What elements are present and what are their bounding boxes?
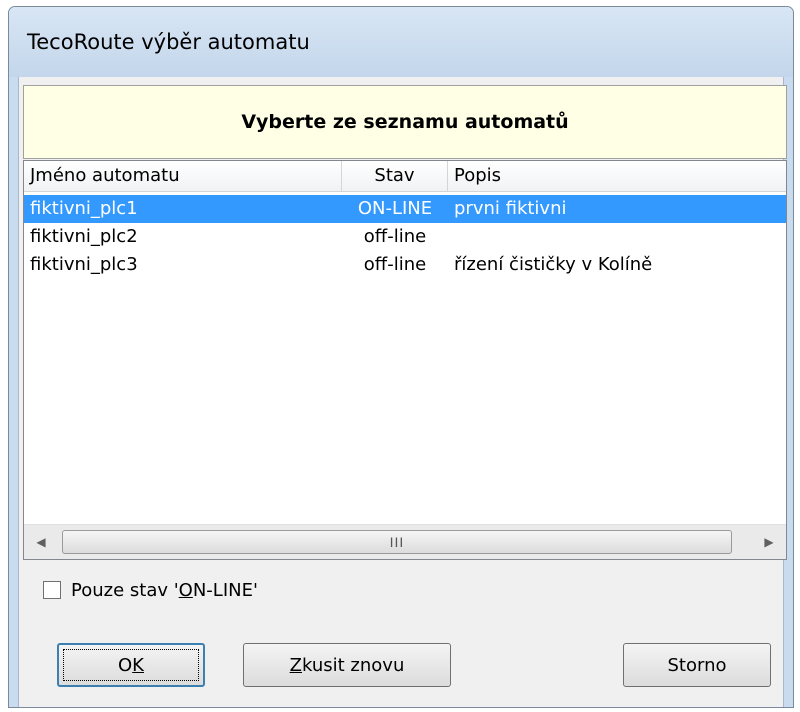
list-header: Jméno automatu Stav Popis xyxy=(24,161,786,192)
retry-button[interactable]: Zkusit znovu xyxy=(243,643,451,687)
column-header-name[interactable]: Jméno automatu xyxy=(24,161,342,191)
list-row-plc3[interactable]: fiktivni_plc3 off-line řízení čističky v… xyxy=(24,251,786,279)
ok-button[interactable]: OK xyxy=(57,643,205,687)
title-bar[interactable]: TecoRoute výběr automatu xyxy=(9,7,793,77)
column-header-description[interactable]: Popis xyxy=(448,161,788,191)
scroll-thumb[interactable]: III xyxy=(62,530,732,554)
row-name: fiktivni_plc3 xyxy=(30,254,138,275)
row-description: řízení čističky v Kolíně xyxy=(454,254,653,275)
row-status: ON-LINE xyxy=(357,198,433,219)
row-name: fiktivni_plc2 xyxy=(30,226,138,247)
cancel-button-label: Storno xyxy=(667,654,727,676)
plc-list[interactable]: Jméno automatu Stav Popis fiktivni_plc1 … xyxy=(23,160,787,560)
row-status: off-line xyxy=(363,254,427,275)
online-only-filter[interactable]: Pouze stav 'ON-LINE' xyxy=(43,577,258,603)
row-status: off-line xyxy=(363,226,427,247)
dialog-window: TecoRoute výběr automatu Vyberte ze sezn… xyxy=(8,6,794,708)
row-name: fiktivni_plc1 xyxy=(30,198,138,219)
row-description: prvni fiktivni xyxy=(454,198,567,219)
online-only-checkbox[interactable] xyxy=(43,581,61,599)
scroll-grip-icon: III xyxy=(389,534,405,550)
scroll-right-arrow-icon[interactable]: ▶ xyxy=(752,525,786,559)
cancel-button[interactable]: Storno xyxy=(623,643,771,687)
instruction-banner: Vyberte ze seznamu automatů xyxy=(23,85,787,159)
instruction-text: Vyberte ze seznamu automatů xyxy=(241,111,569,133)
list-row-plc1[interactable]: fiktivni_plc1 ON-LINE prvni fiktivni xyxy=(24,195,786,223)
list-row-plc2[interactable]: fiktivni_plc2 off-line xyxy=(24,223,786,251)
horizontal-scrollbar[interactable]: ◀ III ▶ xyxy=(24,524,786,559)
focus-rectangle xyxy=(63,649,199,681)
dialog-client-area: Vyberte ze seznamu automatů Jméno automa… xyxy=(18,77,787,707)
window-title: TecoRoute výběr automatu xyxy=(27,30,310,54)
online-only-label[interactable]: Pouze stav 'ON-LINE' xyxy=(71,580,258,601)
scroll-left-arrow-icon[interactable]: ◀ xyxy=(24,525,58,559)
column-header-status[interactable]: Stav xyxy=(342,161,448,191)
